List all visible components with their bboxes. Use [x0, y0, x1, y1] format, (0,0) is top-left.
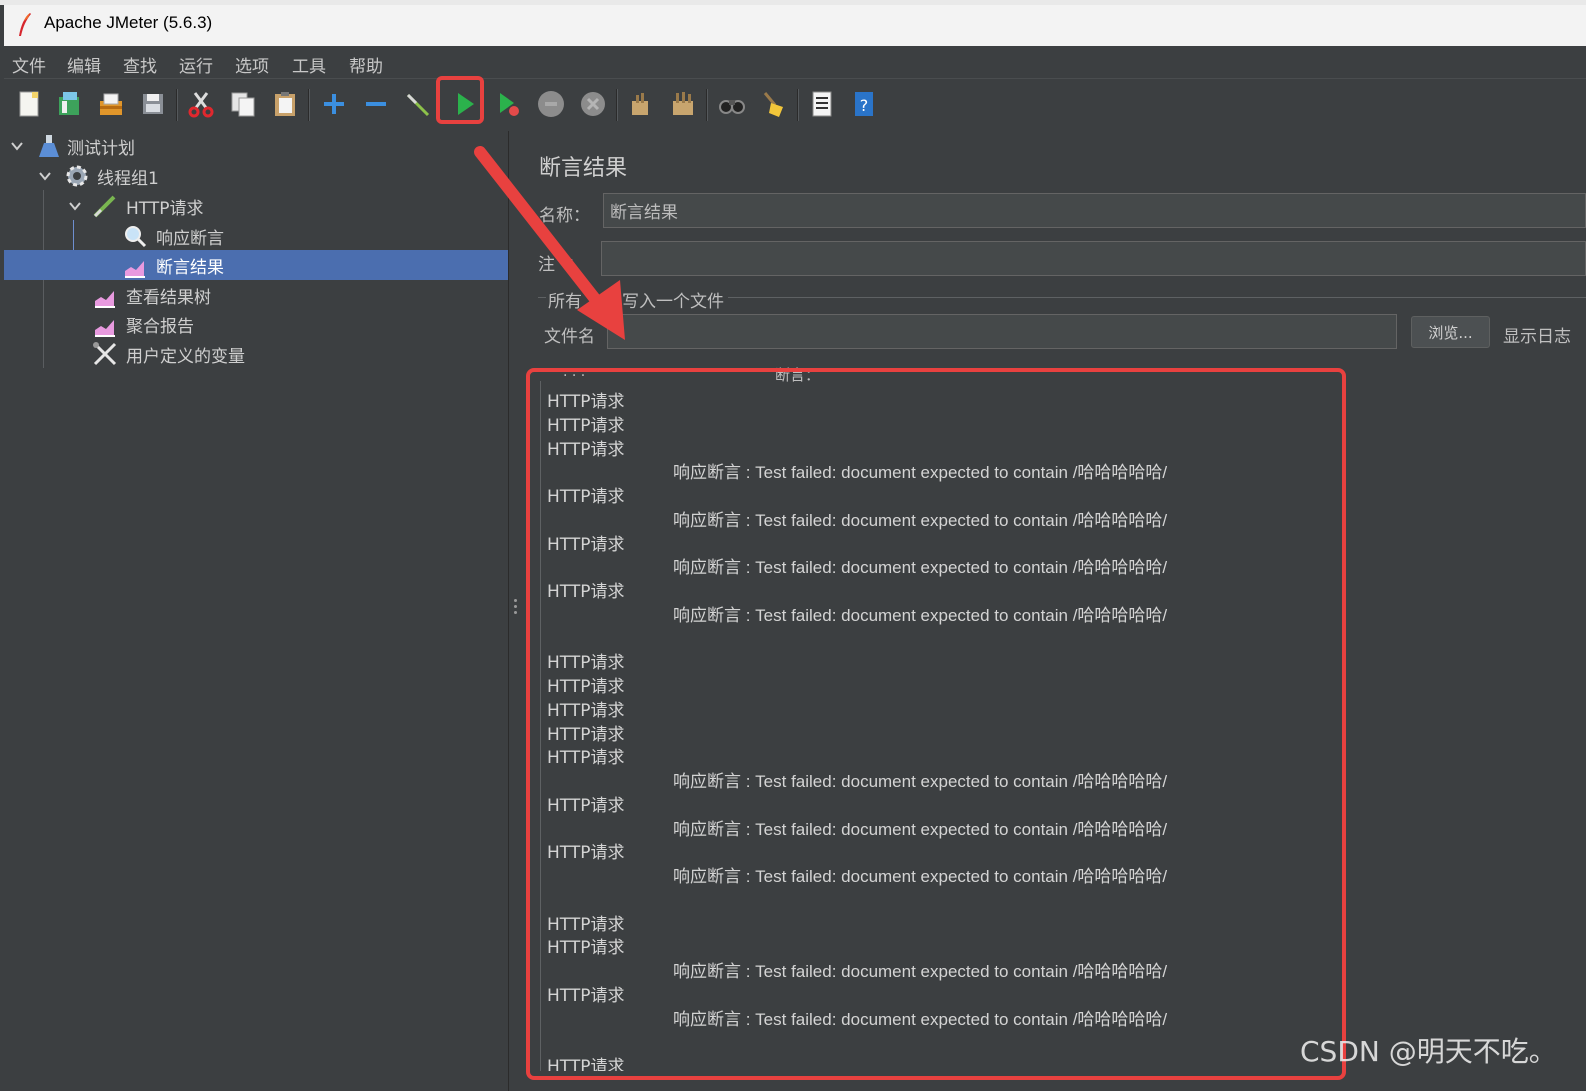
menu-search[interactable]: 查找: [123, 52, 157, 77]
search-button[interactable]: [715, 87, 749, 121]
assertion-icon: [125, 226, 147, 248]
menu-edit[interactable]: 编辑: [67, 52, 101, 77]
start-no-pauses-button[interactable]: [492, 87, 526, 121]
cut-button[interactable]: [184, 87, 218, 121]
tree-item-thread-group[interactable]: 线程组1: [4, 161, 508, 191]
grip-dot: [514, 599, 517, 602]
menu-tools[interactable]: 工具: [292, 52, 326, 77]
chevron-down-icon: [69, 202, 81, 211]
help-button[interactable]: ?: [847, 87, 881, 121]
svg-text:?: ?: [860, 96, 869, 115]
save-icon: [143, 94, 163, 114]
filename-input[interactable]: [607, 314, 1397, 349]
cut-icon: [188, 92, 214, 118]
tree-item-label: 断言结果: [156, 257, 224, 278]
tree-item-label: HTTP请求: [126, 198, 204, 219]
group-border: [728, 297, 1586, 298]
menu-file[interactable]: 文件: [12, 52, 46, 77]
browse-button[interactable]: 浏览...: [1411, 316, 1490, 348]
name-input[interactable]: 断言结果: [603, 193, 1586, 228]
new-icon: [19, 91, 39, 117]
listener-icon: [125, 261, 145, 278]
copy-button[interactable]: [226, 87, 260, 121]
toolbar-separator: [616, 89, 618, 121]
tree-item-assertion-results[interactable]: 断言结果: [4, 250, 508, 280]
open-button[interactable]: [94, 87, 128, 121]
function-helper-button[interactable]: [805, 87, 839, 121]
open-icon: [100, 93, 122, 115]
toolbar-separator: [308, 89, 310, 121]
title-bar: [4, 5, 1586, 46]
toolbar-separator: [797, 89, 799, 121]
menu-options[interactable]: 选项: [235, 52, 269, 77]
toolbar: ?: [4, 78, 1586, 132]
shutdown-icon: [581, 92, 605, 116]
start-no-pause-icon: [500, 93, 519, 116]
toggle-button[interactable]: [401, 87, 435, 121]
tree-item-response-assertion[interactable]: 响应断言: [4, 221, 508, 251]
reset-search-icon: [763, 92, 783, 117]
new-button[interactable]: [12, 87, 46, 121]
collapse-icon: [366, 102, 386, 106]
function-helper-icon: [812, 91, 832, 117]
templates-button[interactable]: [52, 87, 86, 121]
tree-item-test-plan[interactable]: 测试计划: [4, 131, 508, 161]
grip-dot: [514, 605, 517, 608]
collapse-all-button[interactable]: [359, 87, 393, 121]
comment-input[interactable]: [601, 241, 1586, 276]
toolbar-separator: [176, 89, 178, 121]
help-icon: ?: [855, 92, 873, 116]
tree-item-label: 响应断言: [156, 228, 224, 249]
grip-dot: [514, 611, 517, 614]
toolbar-separator: [706, 89, 708, 121]
log-display-label: 显示日志: [1503, 327, 1571, 347]
clear-all-button[interactable]: [666, 87, 700, 121]
stop-button[interactable]: [534, 87, 568, 121]
watermark: CSDN @明天不吃。: [1300, 1035, 1557, 1068]
results-highlight-box: [526, 368, 1346, 1080]
chevron-down-icon: [39, 172, 51, 181]
test-plan-icon: [39, 135, 59, 157]
tree-item-label: 查看结果树: [126, 287, 211, 308]
menu-help[interactable]: 帮助: [349, 52, 383, 77]
tree-item-label: 用户定义的变量: [126, 346, 245, 367]
tree-item-label: 线程组1: [97, 168, 159, 189]
toggle-icon: [406, 93, 430, 117]
listener-icon: [95, 320, 115, 337]
reset-search-button[interactable]: [757, 87, 791, 121]
clear-button[interactable]: [624, 87, 658, 121]
menu-run[interactable]: 运行: [179, 52, 213, 77]
tree-item-http-request[interactable]: HTTP请求: [4, 191, 508, 221]
jmeter-feather-icon: [19, 13, 31, 36]
tree-item-aggregate-report[interactable]: 聚合报告: [4, 309, 508, 339]
config-icon: [93, 342, 117, 366]
expand-all-button[interactable]: [317, 87, 351, 121]
expand-icon: [324, 94, 344, 114]
start-button-highlight: [436, 76, 484, 124]
annotation-arrow-icon: [474, 146, 625, 340]
tree-item-user-defined-variables[interactable]: 用户定义的变量: [4, 339, 508, 369]
stop-icon: [538, 91, 564, 117]
copy-icon: [231, 92, 255, 117]
paste-button[interactable]: [268, 87, 302, 121]
paste-icon: [275, 92, 295, 116]
clear-all-icon: [673, 92, 693, 115]
chevron-down-icon: [11, 142, 23, 151]
tree-item-label: 聚合报告: [126, 316, 194, 337]
thread-group-icon: [66, 165, 88, 187]
sampler-icon: [93, 195, 116, 218]
templates-icon: [59, 92, 79, 115]
save-button[interactable]: [136, 87, 170, 121]
tree-item-view-results-tree[interactable]: 查看结果树: [4, 280, 508, 310]
menu-bar: 文件 编辑 查找 运行 选项 工具 帮助: [4, 46, 1586, 78]
tree-item-label: 测试计划: [67, 138, 135, 159]
search-icon: [719, 100, 745, 114]
window-title: Apache JMeter (5.6.3): [44, 13, 213, 32]
shutdown-button[interactable]: [576, 87, 610, 121]
clear-icon: [632, 93, 648, 115]
listener-icon: [95, 291, 115, 308]
